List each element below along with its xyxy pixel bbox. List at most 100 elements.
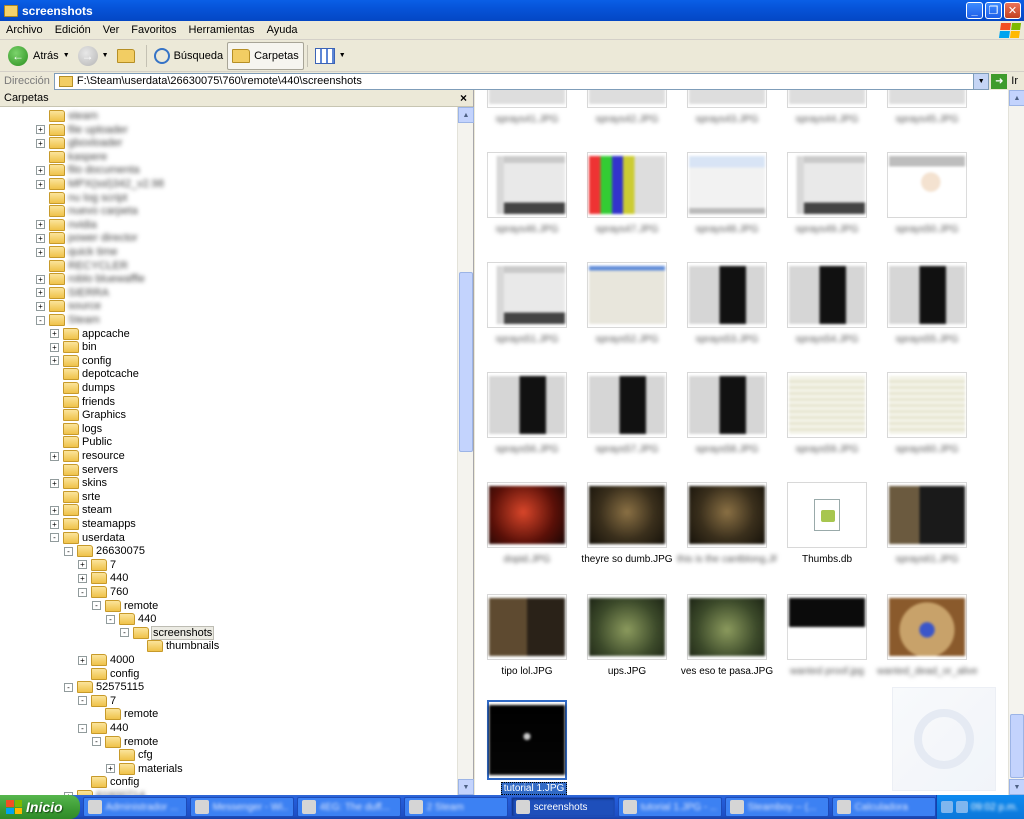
tree-item[interactable]: +440 xyxy=(78,571,128,585)
collapse-icon[interactable]: - xyxy=(120,628,129,638)
tree-item[interactable]: - userdata xyxy=(50,531,125,545)
expand-icon[interactable]: + xyxy=(36,220,45,230)
tree-item[interactable]: + resource xyxy=(50,449,125,463)
tree-item[interactable]: servers xyxy=(50,463,118,477)
tree-item[interactable]: logs xyxy=(50,422,102,436)
expand-icon[interactable]: + xyxy=(36,125,45,135)
tree-item[interactable]: + MPX(ssl)342_v2.98 xyxy=(36,177,164,191)
file-name[interactable]: sprays47.JPG xyxy=(577,224,677,235)
back-button[interactable]: ← Atrás ▼ xyxy=(4,42,74,70)
file-name[interactable]: sprays52.JPG xyxy=(577,334,677,345)
thumbnail-frame[interactable] xyxy=(587,262,667,328)
tree-item[interactable]: depotcache xyxy=(50,367,139,381)
menu-ver[interactable]: Ver xyxy=(97,24,126,36)
taskbar-button[interactable]: Messenger - Wi... xyxy=(189,797,294,817)
thumbnail-frame[interactable] xyxy=(887,262,967,328)
taskbar-button[interactable]: screenshots xyxy=(510,797,615,817)
file-name[interactable]: sprays50.JPG xyxy=(877,224,977,235)
scroll-down-arrow-icon[interactable]: ▼ xyxy=(458,779,474,795)
tree-item[interactable]: - 760 xyxy=(78,585,128,599)
clock[interactable]: 09:02 p.m. xyxy=(971,802,1018,813)
file-name[interactable]: sprays41.JPG xyxy=(477,114,577,125)
close-icon[interactable]: × xyxy=(460,91,467,105)
taskbar-button[interactable]: Steamboy -- (... xyxy=(724,797,829,817)
tree-item[interactable]: +4000 xyxy=(78,653,134,667)
file-name[interactable]: sprays45.JPG xyxy=(877,114,977,125)
expand-icon[interactable]: + xyxy=(36,301,45,311)
tree-item[interactable]: + source xyxy=(36,299,101,313)
collapse-icon[interactable]: - xyxy=(64,682,73,692)
file-name[interactable]: sprays51.JPG xyxy=(477,334,577,345)
tree-item[interactable]: nu log script xyxy=(36,191,127,205)
thumbnail-frame[interactable] xyxy=(587,90,667,108)
collapse-icon[interactable]: - xyxy=(78,696,87,706)
tree-item[interactable]: + gboxloader xyxy=(36,136,122,150)
tree-item[interactable]: Public xyxy=(50,435,112,449)
thumbnail-frame[interactable] xyxy=(787,594,867,660)
tree-item[interactable]: RECYCLER xyxy=(36,259,128,273)
tree-item[interactable]: thumbnails xyxy=(134,639,219,653)
taskbar-button[interactable]: Administrador ... xyxy=(82,797,187,817)
minimize-button[interactable]: _ xyxy=(966,2,983,19)
file-name[interactable]: sprays48.JPG xyxy=(677,224,777,235)
expand-icon[interactable]: + xyxy=(50,342,59,352)
scroll-up-arrow-icon[interactable]: ▲ xyxy=(1009,90,1024,106)
tree-item[interactable]: cfg xyxy=(106,748,153,762)
thumbnail-frame[interactable] xyxy=(787,482,867,548)
expand-icon[interactable]: + xyxy=(36,233,45,243)
folder-tree-scrollbar[interactable]: ▲ ▼ xyxy=(457,107,474,795)
thumbnail-frame[interactable] xyxy=(587,482,667,548)
chevron-down-icon[interactable]: ▼ xyxy=(63,52,70,59)
tree-item[interactable]: srte xyxy=(50,490,100,504)
file-name[interactable]: theyre so dumb.JPG xyxy=(577,554,677,565)
menu-ayuda[interactable]: Ayuda xyxy=(261,24,304,36)
scroll-up-arrow-icon[interactable]: ▲ xyxy=(458,107,474,123)
tree-item[interactable]: + quick time xyxy=(36,245,118,259)
file-name[interactable]: sprays60.JPG xyxy=(877,444,977,455)
folder-tree[interactable]: steam + file uploader + gboxloader kaspere + fi… xyxy=(0,107,458,795)
go-button[interactable]: Ir xyxy=(1007,75,1024,87)
file-name[interactable]: wanted proof.jpg xyxy=(777,666,877,677)
collapse-icon[interactable]: - xyxy=(78,723,87,733)
tree-item[interactable]: - remote xyxy=(92,735,158,749)
expand-icon[interactable]: + xyxy=(78,560,87,570)
tree-item[interactable]: + skins xyxy=(50,476,107,490)
folders-button[interactable]: Carpetas xyxy=(227,41,304,70)
file-name[interactable]: sprays57.JPG xyxy=(577,444,677,455)
file-name[interactable]: wanted_dead_or_alive.jpg xyxy=(877,666,977,677)
tree-item[interactable]: - 52575115 xyxy=(64,680,144,694)
file-name[interactable]: this is the cantblong.JPG xyxy=(677,554,777,565)
tree-item[interactable]: + roblo bluewaffle xyxy=(36,272,145,286)
file-name[interactable]: sprays42.JPG xyxy=(577,114,677,125)
tree-item[interactable]: Graphics xyxy=(50,408,126,422)
close-button[interactable]: ✕ xyxy=(1004,2,1021,19)
file-name[interactable]: sprays53.JPG xyxy=(677,334,777,345)
go-arrow-icon[interactable]: ➜ xyxy=(991,73,1008,89)
file-name[interactable]: sprays49.JPG xyxy=(777,224,877,235)
thumbnail-frame[interactable] xyxy=(587,152,667,218)
tree-item[interactable]: config xyxy=(78,667,139,681)
file-name[interactable]: sprays61.JPG xyxy=(877,554,977,565)
tree-item[interactable]: + config xyxy=(50,354,111,368)
chevron-down-icon[interactable]: ▼ xyxy=(339,52,346,59)
tree-item[interactable]: + nvidia xyxy=(36,218,97,232)
expand-icon[interactable]: + xyxy=(36,165,45,175)
collapse-icon[interactable]: - xyxy=(36,315,45,325)
thumbnail-frame[interactable] xyxy=(687,152,767,218)
expand-icon[interactable]: + xyxy=(36,138,45,148)
thumbnail-frame[interactable] xyxy=(487,262,567,328)
thumbnail-frame[interactable] xyxy=(687,594,767,660)
thumbnail-frame[interactable] xyxy=(487,594,567,660)
menu-favoritos[interactable]: Favoritos xyxy=(125,24,182,36)
title-bar[interactable]: screenshots _ ❐ ✕ xyxy=(0,0,1024,21)
file-name[interactable]: ups.JPG xyxy=(577,666,677,677)
tree-item[interactable]: - 440 xyxy=(106,612,156,626)
tree-item[interactable]: - 440 xyxy=(78,721,128,735)
tree-item[interactable]: - screenshots xyxy=(120,625,215,640)
expand-icon[interactable]: + xyxy=(36,179,45,189)
tree-item[interactable]: + filo documenta xyxy=(36,163,140,177)
tree-item[interactable]: friends xyxy=(50,395,115,409)
expand-icon[interactable]: + xyxy=(50,329,59,339)
thumbnail-frame[interactable] xyxy=(687,90,767,108)
expand-icon[interactable]: + xyxy=(50,451,59,461)
